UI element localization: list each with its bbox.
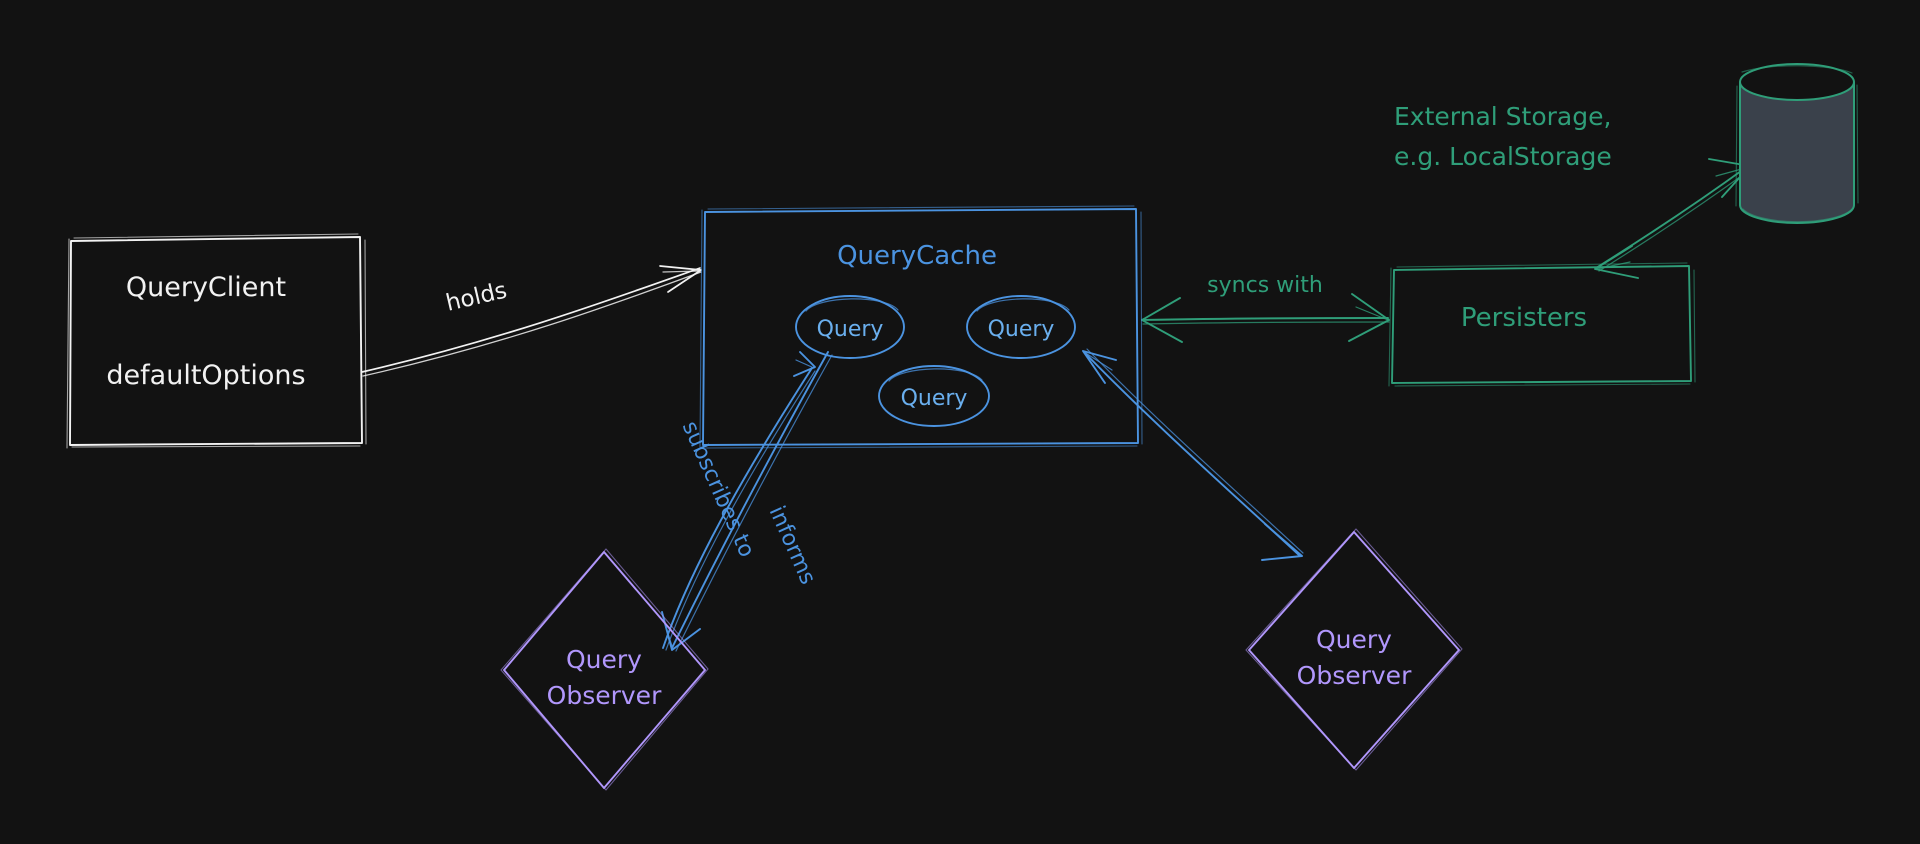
node-query-3[interactable]: Query [878,365,990,427]
edge-informs[interactable]: informs [661,351,833,652]
edge-observes-right[interactable] [1082,348,1304,561]
edge-persists-to[interactable] [1594,158,1752,279]
node-query-client[interactable]: QueryClient defaultOptions [66,233,367,449]
diagram-canvas: holds subscribes to informs syncs with Q… [0,0,1920,844]
label-external-storage: External Storage, e.g. LocalStorage [1394,102,1612,171]
query-observer-left-line2: Observer [547,681,662,710]
edge-label-informs: informs [764,502,821,588]
query-client-default-options: defaultOptions [106,360,305,391]
node-query-observer-left[interactable]: Query Observer [500,548,709,791]
node-query-1[interactable]: Query [795,295,905,359]
query-1-label: Query [817,317,884,342]
edge-holds[interactable]: holds [361,265,702,377]
diagram-svg: holds subscribes to informs syncs with Q… [66,63,1859,791]
node-query-cache[interactable]: QueryCache Query Query Query [699,205,1143,449]
edge-syncs-with[interactable]: syncs with [1141,273,1390,343]
node-storage-cylinder[interactable] [1735,63,1859,224]
edge-subscribes-to[interactable]: subscribes to [662,351,816,651]
query-3-label: Query [901,386,968,411]
node-query-observer-right[interactable]: Query Observer [1245,528,1463,771]
external-storage-line1: External Storage, [1394,102,1611,131]
query-observer-left-line1: Query [566,645,642,674]
node-persisters[interactable]: Persisters [1388,262,1696,387]
edge-label-holds: holds [443,278,509,317]
query-observer-right-line1: Query [1316,625,1392,654]
external-storage-line2: e.g. LocalStorage [1394,142,1612,171]
edge-label-syncs-with: syncs with [1207,273,1323,298]
query-observer-right-line2: Observer [1297,661,1412,690]
edge-label-subscribes-to: subscribes to [677,418,759,562]
query-2-label: Query [988,317,1055,342]
query-cache-title: QueryCache [837,241,997,271]
persisters-label: Persisters [1461,303,1587,333]
query-client-title: QueryClient [126,272,286,303]
node-query-2[interactable]: Query [966,295,1076,359]
